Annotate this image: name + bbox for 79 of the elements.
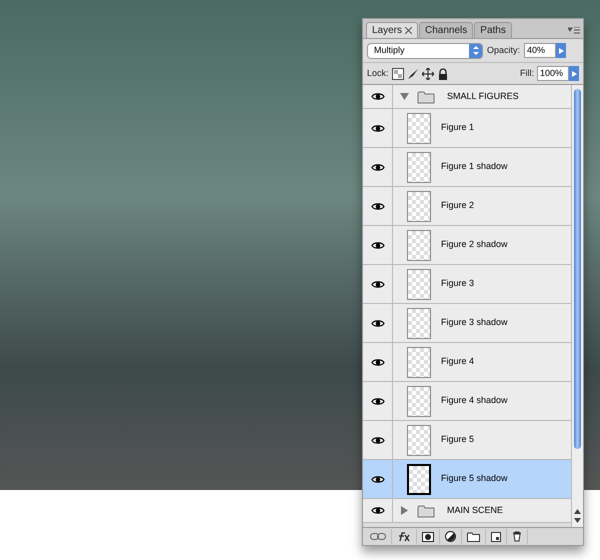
layer-row[interactable]: Figure 2 [363,187,571,226]
transparent-thumbnail [407,308,431,338]
layer-row[interactable]: Figure 1 [363,109,571,148]
transparent-thumbnail [407,152,431,182]
layer-name: Figure 4 [441,355,474,368]
layer-group-row[interactable]: MAIN SCENE [363,499,571,523]
layer-row[interactable]: Figure 4 [363,343,571,382]
stepper-icon [469,44,482,58]
eye-icon[interactable] [370,436,384,444]
scrollbar[interactable] [571,85,583,527]
folder-icon[interactable] [467,532,480,542]
layer-name: Figure 5 [441,433,474,446]
transparent-thumbnail [407,346,431,378]
play-icon[interactable] [569,66,579,81]
transparent-thumbnail [407,190,431,222]
layer-group-row[interactable]: SMALL FIGURES [363,85,571,109]
folder-icon [417,504,435,518]
transparent-thumbnail [407,464,431,494]
scroll-up-icon[interactable] [574,509,581,514]
panel-tab[interactable]: Layers [366,22,418,38]
fill-label: Fill: [520,66,534,80]
lock-label: Lock: [367,66,389,80]
play-icon[interactable] [556,43,566,58]
layer-name: Figure 2 shadow [441,238,508,252]
fx-icon[interactable] [397,532,411,542]
eye-icon[interactable] [370,92,384,101]
transparent-thumbnail [407,268,431,300]
layer-row[interactable]: Figure 3 [363,265,571,304]
expanded-triangle-icon[interactable] [399,92,409,101]
eye-icon[interactable] [370,162,384,172]
lock-icon[interactable] [436,68,449,80]
collapsed-triangle-icon[interactable] [399,506,409,515]
layer-row[interactable]: Figure 5 [363,421,571,460]
eye-icon[interactable] [370,358,384,366]
panel-tab[interactable]: Channels [419,22,474,38]
transparent-thumbnail [407,424,431,456]
checkerboard-icon[interactable] [392,68,404,80]
scroll-down-icon[interactable] [574,518,581,523]
half-circle-icon[interactable] [445,531,456,542]
blend-mode-dropdown[interactable]: Multiply [367,42,483,58]
layer-row[interactable]: Figure 1 shadow [363,148,571,187]
panel-tab[interactable]: Paths [474,22,512,38]
layer-name: Figure 3 shadow [441,316,508,330]
opacity-field[interactable]: 40% [524,43,556,58]
scroll-thumb[interactable] [574,89,581,449]
layer-row[interactable]: Figure 4 shadow [363,382,571,421]
trash-icon[interactable] [512,531,522,542]
opacity-label: Opacity: [487,44,520,57]
new-layer-icon[interactable] [491,532,501,542]
folder-icon [417,90,435,104]
layer-name: Figure 5 shadow [441,472,508,486]
brush-icon[interactable] [406,68,419,80]
layer-name: Figure 3 [441,277,474,290]
eye-icon[interactable] [370,124,384,132]
eye-icon[interactable] [370,318,384,328]
layer-row[interactable]: Figure 5 shadow [363,460,571,499]
layer-group-name: MAIN SCENE [447,504,504,517]
eye-icon[interactable] [370,396,384,406]
transparent-thumbnail [407,230,431,260]
layer-row[interactable]: Figure 3 shadow [363,304,571,343]
layer-name: Figure 1 [441,121,474,134]
eye-icon[interactable] [370,506,384,515]
eye-icon[interactable] [370,240,384,250]
eye-icon[interactable] [370,202,384,210]
link-icon[interactable] [370,533,386,540]
layer-row[interactable]: Figure 2 shadow [363,226,571,265]
transparent-thumbnail [407,386,431,416]
fill-field[interactable]: 100% [537,66,569,81]
move-icon[interactable] [422,68,434,80]
layer-name: Figure 4 shadow [441,394,508,408]
eye-icon[interactable] [370,474,384,484]
transparent-thumbnail [407,112,431,144]
layer-name: Figure 2 [441,199,474,212]
layer-group-name: SMALL FIGURES [447,90,519,103]
close-icon[interactable] [405,27,412,34]
mask-icon[interactable] [422,532,434,542]
menu-icon[interactable] [568,27,580,35]
layer-name: Figure 1 shadow [441,160,508,174]
eye-icon[interactable] [370,280,384,288]
